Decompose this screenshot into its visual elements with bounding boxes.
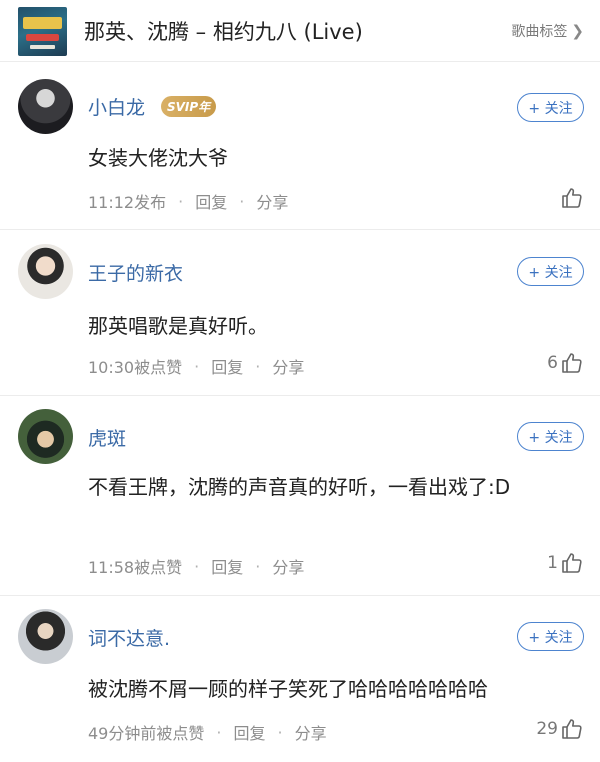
comment-text: 女装大佬沈大爷 <box>88 146 228 170</box>
like-button[interactable]: 1 <box>547 551 584 575</box>
song-title: 那英、沈腾 – 相约九八 (Live) <box>84 20 363 44</box>
comment-username[interactable]: 小白龙 <box>88 93 145 120</box>
reply-link[interactable]: 回复 <box>195 189 227 213</box>
follow-button[interactable]: + 关注 <box>517 93 584 122</box>
comment-text: 不看王牌，沈腾的声音真的好听，一看出戏了:D <box>88 475 511 499</box>
comment-meta: 49分钟前被点赞 · 回复 · 分享 <box>88 720 327 744</box>
comment-meta: 11:12发布 · 回复 · 分享 <box>88 189 288 213</box>
chevron-right-icon: ❯ <box>571 22 584 40</box>
comment-text: 那英唱歌是真好听。 <box>88 314 268 338</box>
comment-time: 11:58被点赞 <box>88 558 183 577</box>
thumbs-up-icon <box>562 553 582 573</box>
thumbs-up-icon <box>562 188 582 208</box>
comment-username[interactable]: 虎斑 <box>88 424 126 451</box>
like-button[interactable]: 29 <box>536 717 584 741</box>
comment-text: 被沈腾不屑一顾的样子笑死了哈哈哈哈哈哈哈 <box>88 677 488 701</box>
separator-dot: · <box>194 356 200 376</box>
follow-button[interactable]: + 关注 <box>517 622 584 651</box>
vip-badge: SVIP年 <box>161 96 217 117</box>
album-cover[interactable] <box>18 7 67 56</box>
avatar[interactable] <box>18 609 73 664</box>
share-link[interactable]: 分享 <box>272 554 304 578</box>
comment-item: 虎斑 + 关注 不看王牌，沈腾的声音真的好听，一看出戏了:D 11:58被点赞 … <box>0 396 600 596</box>
share-link[interactable]: 分享 <box>272 354 304 378</box>
reply-link[interactable]: 回复 <box>211 554 243 578</box>
avatar[interactable] <box>18 409 73 464</box>
share-link[interactable]: 分享 <box>256 189 288 213</box>
follow-button[interactable]: + 关注 <box>517 257 584 286</box>
reply-link[interactable]: 回复 <box>211 354 243 378</box>
reply-link[interactable]: 回复 <box>233 720 265 744</box>
thumbs-up-icon <box>562 353 582 373</box>
comment-username[interactable]: 词不达意. <box>88 624 170 651</box>
comment-item: 王子的新衣 + 关注 那英唱歌是真好听。 10:30被点赞 · 回复 · 分享 … <box>0 230 600 396</box>
comment-username[interactable]: 王子的新衣 <box>88 259 183 286</box>
comment-item: 小白龙 SVIP年 + 关注 女装大佬沈大爷 11:12发布 · 回复 · 分享 <box>0 62 600 230</box>
comment-meta: 10:30被点赞 · 回复 · 分享 <box>88 354 304 378</box>
separator-dot: · <box>255 356 261 376</box>
like-button[interactable] <box>558 186 584 210</box>
song-tag-link[interactable]: 歌曲标签 ❯ <box>511 21 584 41</box>
separator-dot: · <box>216 722 222 742</box>
avatar[interactable] <box>18 79 73 134</box>
comment-meta: 11:58被点赞 · 回复 · 分享 <box>88 554 304 578</box>
like-count: 29 <box>536 719 558 739</box>
song-tag-label: 歌曲标签 <box>511 24 568 40</box>
comment-time: 10:30被点赞 <box>88 358 183 377</box>
comment-time: 11:12发布 <box>88 193 167 212</box>
like-count: 1 <box>547 553 558 573</box>
share-link[interactable]: 分享 <box>295 720 327 744</box>
comment-item: 词不达意. + 关注 被沈腾不屑一顾的样子笑死了哈哈哈哈哈哈哈 49分钟前被点赞… <box>0 596 600 762</box>
like-button[interactable]: 6 <box>547 351 584 375</box>
like-count: 6 <box>547 353 558 373</box>
song-header: 那英、沈腾 – 相约九八 (Live) 歌曲标签 ❯ <box>0 0 600 62</box>
comment-time: 49分钟前被点赞 <box>88 724 205 743</box>
separator-dot: · <box>178 191 184 211</box>
separator-dot: · <box>194 556 200 576</box>
separator-dot: · <box>239 191 245 211</box>
follow-button[interactable]: + 关注 <box>517 422 584 451</box>
thumbs-up-icon <box>562 719 582 739</box>
separator-dot: · <box>277 722 283 742</box>
avatar[interactable] <box>18 244 73 299</box>
separator-dot: · <box>255 556 261 576</box>
